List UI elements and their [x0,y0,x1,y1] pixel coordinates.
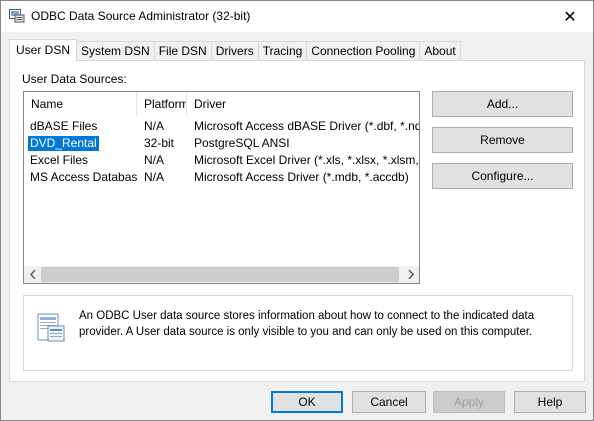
row-name: dBASE Files [30,119,98,133]
horizontal-scrollbar[interactable] [24,266,419,283]
row-driver: Microsoft Excel Driver (*.xls, *.xlsx, *… [194,153,419,167]
tab-file-dsn[interactable]: File DSN [153,41,212,61]
odbc-admin-icon [9,9,25,23]
tab-user-dsn[interactable]: User DSN [9,39,78,62]
odbc-window: ODBC Data Source Administrator (32-bit) … [0,0,594,421]
row-driver: Microsoft Access dBASE Driver (*.dbf, *.… [194,119,419,133]
row-driver: PostgreSQL ANSI [194,136,290,150]
row-platform: N/A [144,170,165,184]
close-button[interactable]: ✕ [547,1,593,32]
column-header-driver[interactable]: Driver [187,92,419,116]
row-platform: N/A [144,119,165,133]
column-header-name[interactable]: Name [24,92,137,116]
help-button[interactable]: Help [514,391,586,413]
apply-button[interactable]: Apply [433,391,505,413]
list-row-selected[interactable]: DVD_Rental 32-bit PostgreSQL ANSI [24,135,419,152]
data-sources-list[interactable]: Name Platform Driver dBASE Files N/A Mic… [23,91,420,284]
list-row[interactable]: Excel Files N/A Microsoft Excel Driver (… [24,152,419,169]
tab-system-dsn[interactable]: System DSN [76,41,155,61]
cancel-button[interactable]: Cancel [352,391,426,413]
tab-strip: User DSN System DSN File DSN Drivers Tra… [9,39,461,62]
row-driver: Microsoft Access Driver (*.mdb, *.accdb) [194,170,409,184]
row-name: MS Access Database [30,170,137,184]
row-platform: 32-bit [144,136,175,150]
configure-button[interactable]: Configure... [432,163,573,189]
info-text: An ODBC User data source stores informat… [79,310,535,338]
list-row[interactable]: dBASE Files N/A Microsoft Access dBASE D… [24,118,419,135]
remove-button[interactable]: Remove [432,127,573,153]
list-header: Name Platform Driver [24,92,419,116]
scrollbar-thumb[interactable] [41,267,399,282]
close-icon: ✕ [563,8,577,26]
add-button[interactable]: Add... [432,91,573,117]
tab-about[interactable]: About [419,41,461,61]
title-bar: ODBC Data Source Administrator (32-bit) … [1,1,593,32]
user-dsn-panel: User Data Sources: Name Platform Driver … [9,60,585,382]
chevron-left-icon[interactable] [24,266,41,283]
row-platform: N/A [144,153,165,167]
window-title: ODBC Data Source Administrator (32-bit) [31,9,251,23]
row-name-cell: DVD_Rental [24,135,137,152]
row-name: Excel Files [30,153,89,167]
list-row[interactable]: MS Access Database N/A Microsoft Access … [24,169,419,186]
tab-connection-pooling[interactable]: Connection Pooling [306,41,421,61]
chevron-right-icon[interactable] [402,266,419,283]
tab-tracing[interactable]: Tracing [257,41,308,61]
row-name: DVD_Rental [27,135,100,152]
data-source-document-icon [37,313,65,342]
tab-drivers[interactable]: Drivers [210,41,259,61]
column-header-platform[interactable]: Platform [137,92,187,116]
ok-button[interactable]: OK [271,391,343,413]
user-data-sources-label: User Data Sources: [22,72,127,86]
info-box: An ODBC User data source stores informat… [23,295,573,371]
